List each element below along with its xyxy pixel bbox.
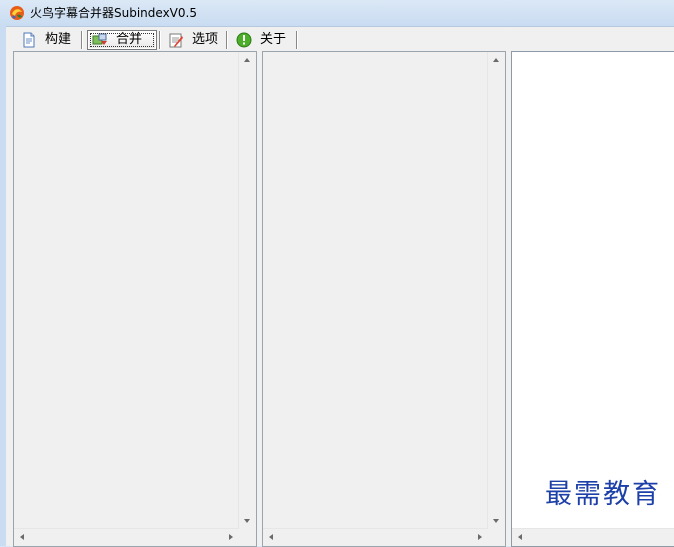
merge-button[interactable]: 合并 (87, 30, 157, 50)
toolbar-separator (81, 31, 82, 49)
horizontal-scrollbar[interactable] (263, 528, 488, 546)
toolbar-separator (296, 31, 297, 49)
info-icon (236, 32, 252, 48)
scroll-up-icon[interactable] (493, 58, 499, 62)
scroll-right-icon[interactable] (478, 534, 482, 540)
scrollbar-corner (488, 529, 505, 546)
build-label: 构建 (45, 32, 72, 47)
scroll-down-icon[interactable] (493, 519, 499, 523)
middle-list-panel[interactable] (262, 51, 506, 547)
about-button[interactable]: 关于 (232, 30, 294, 50)
options-icon (169, 33, 183, 48)
scroll-up-icon[interactable] (244, 58, 250, 62)
watermark-text: 最需教育 (545, 479, 661, 510)
options-label: 选项 (192, 32, 219, 47)
window-title: 火鸟字幕合并器SubindexV0.5 (30, 6, 197, 20)
left-list-panel[interactable] (13, 51, 257, 547)
title-bar[interactable]: 火鸟字幕合并器SubindexV0.5 (0, 0, 674, 26)
merge-label: 合并 (116, 32, 143, 47)
build-button[interactable]: 构建 (17, 30, 75, 50)
scroll-right-icon[interactable] (229, 534, 233, 540)
scroll-down-icon[interactable] (244, 519, 250, 523)
scroll-left-icon[interactable] (518, 534, 522, 540)
document-build-icon (23, 32, 35, 48)
toolbar-separator (226, 31, 227, 49)
vertical-scrollbar[interactable] (238, 52, 256, 529)
about-label: 关于 (260, 32, 287, 47)
merge-icon (92, 33, 107, 45)
vertical-scrollbar[interactable] (487, 52, 505, 529)
client-area: 构建 合并 选项 关于 (6, 26, 674, 547)
scrollbar-corner (239, 529, 256, 546)
options-button[interactable]: 选项 (164, 30, 224, 50)
toolbar-separator (159, 31, 160, 49)
toolbar: 构建 合并 选项 关于 (12, 27, 672, 53)
horizontal-scrollbar[interactable] (14, 528, 239, 546)
scroll-left-icon[interactable] (269, 534, 273, 540)
scroll-left-icon[interactable] (20, 534, 24, 540)
app-logo-icon (10, 6, 24, 20)
horizontal-scrollbar[interactable] (512, 528, 674, 546)
